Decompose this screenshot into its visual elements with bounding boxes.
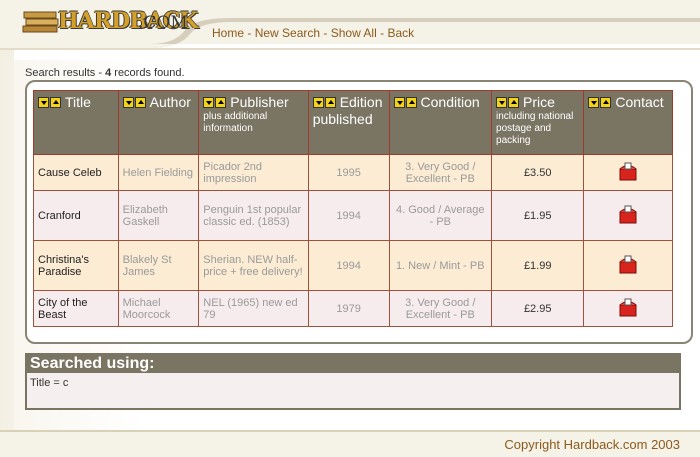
copyright-text: Copyright Hardback.com 2003 [504, 437, 680, 452]
sort-arrows-icon[interactable] [38, 95, 62, 111]
site-header: HARDBACK .COM Home - New Search - Show A… [0, 0, 700, 60]
cell-edition: 1995 [307, 154, 390, 191]
cell-price: £1.95 [491, 190, 585, 241]
site-footer: Copyright Hardback.com 2003 [0, 430, 700, 457]
header-sublabel: including national postage and packing [496, 111, 574, 147]
sort-arrows-icon[interactable] [496, 95, 520, 111]
sort-arrows-icon[interactable] [203, 95, 227, 111]
sort-arrows-icon[interactable] [312, 95, 337, 111]
cell-author: Elizabeth Gaskell [117, 190, 200, 241]
cell-price: £2.95 [491, 290, 585, 327]
cell-condition: 4. Good / Average - PB [388, 190, 493, 241]
cell-title: Cranford [33, 190, 119, 241]
header-sublabel: plus additional information [203, 111, 268, 135]
sort-arrows-icon[interactable] [122, 95, 147, 111]
cell-author: Michael Moorcock [117, 290, 200, 327]
cell-condition: 1. New / Mint - PB [388, 240, 493, 291]
nav-show-all-link[interactable]: Show All [331, 26, 377, 40]
results-prefix: Search results - [25, 67, 106, 79]
cell-contact [583, 290, 673, 327]
mailbox-icon[interactable] [619, 204, 637, 224]
header-label: Price [523, 94, 555, 110]
table-row: Cranford Elizabeth Gaskell Penguin 1st p… [33, 190, 673, 241]
cell-price: £3.50 [491, 154, 585, 191]
column-header-price[interactable]: Price including national postage and pac… [491, 90, 585, 155]
column-header-title[interactable]: Title [33, 90, 119, 155]
mailbox-icon[interactable] [619, 254, 637, 274]
cell-author: Blakely St James [117, 240, 200, 291]
cell-publisher: Picador 2nd impression [198, 154, 309, 191]
nav-separator: - [320, 26, 331, 40]
cell-title: Christina's Paradise [33, 240, 119, 291]
cell-contact [583, 154, 673, 191]
header-label: Publisher [230, 94, 289, 110]
nav-separator: - [244, 26, 255, 40]
column-header-edition[interactable]: Edition published [307, 90, 390, 155]
header-label: Condition [420, 94, 480, 110]
column-header-author[interactable]: Author [117, 90, 200, 155]
books-logo-icon[interactable] [22, 4, 62, 38]
table-header-row: Title Author Publisher plus additional i… [33, 90, 673, 155]
table-row: Christina's Paradise Blakely St James Sh… [33, 240, 673, 291]
cell-edition: 1979 [307, 290, 390, 327]
cell-edition: 1994 [307, 240, 390, 291]
top-nav: Home - New Search - Show All - Back [212, 26, 414, 40]
logo-suffix[interactable]: .COM [138, 13, 188, 33]
table-row: City of the Beast Michael Moorcock NEL (… [33, 290, 673, 327]
sort-arrows-icon[interactable] [588, 95, 612, 111]
cell-condition: 3. Very Good / Excellent - PB [388, 154, 493, 191]
column-header-publisher[interactable]: Publisher plus additional information [198, 90, 309, 155]
cell-contact [583, 190, 673, 241]
sort-arrows-icon[interactable] [393, 95, 418, 111]
nav-home-link[interactable]: Home [212, 26, 244, 40]
nav-back-link[interactable]: Back [387, 26, 414, 40]
table-row: Cause Celeb Helen Fielding Picador 2nd i… [33, 154, 673, 191]
mailbox-icon[interactable] [619, 297, 637, 317]
cell-title: City of the Beast [33, 290, 119, 327]
searched-using-panel: Searched using: Title = c [25, 353, 681, 410]
header-label: Title [65, 94, 91, 110]
cell-edition: 1994 [307, 190, 390, 241]
nav-separator: - [376, 26, 388, 40]
nav-new-search-link[interactable]: New Search [255, 26, 320, 40]
cell-title: Cause Celeb [33, 154, 119, 191]
header-label: Contact [615, 94, 664, 110]
column-header-condition[interactable]: Condition [388, 90, 493, 155]
search-query-text: Title = c [30, 377, 69, 389]
cell-price: £1.99 [491, 240, 585, 291]
mailbox-icon[interactable] [619, 161, 637, 181]
cell-publisher: Sherian. NEW half-price + free delivery! [198, 240, 309, 291]
header-label: Author [149, 94, 191, 110]
searched-using-heading: Searched using: [27, 353, 679, 373]
results-suffix: records found. [111, 67, 185, 79]
results-frame: Title Author Publisher plus additional i… [25, 80, 693, 344]
results-summary: Search results - 4 records found. [25, 67, 185, 79]
cell-condition: 3. Very Good / Excellent - PB [388, 290, 493, 327]
results-table: Title Author Publisher plus additional i… [33, 90, 673, 327]
column-header-contact: Contact [583, 90, 673, 155]
cell-author: Helen Fielding [117, 154, 200, 191]
cell-publisher: Penguin 1st popular classic ed. (1853) [198, 190, 309, 241]
cell-contact [583, 240, 673, 291]
cell-publisher: NEL (1965) new ed 79 [198, 290, 309, 327]
